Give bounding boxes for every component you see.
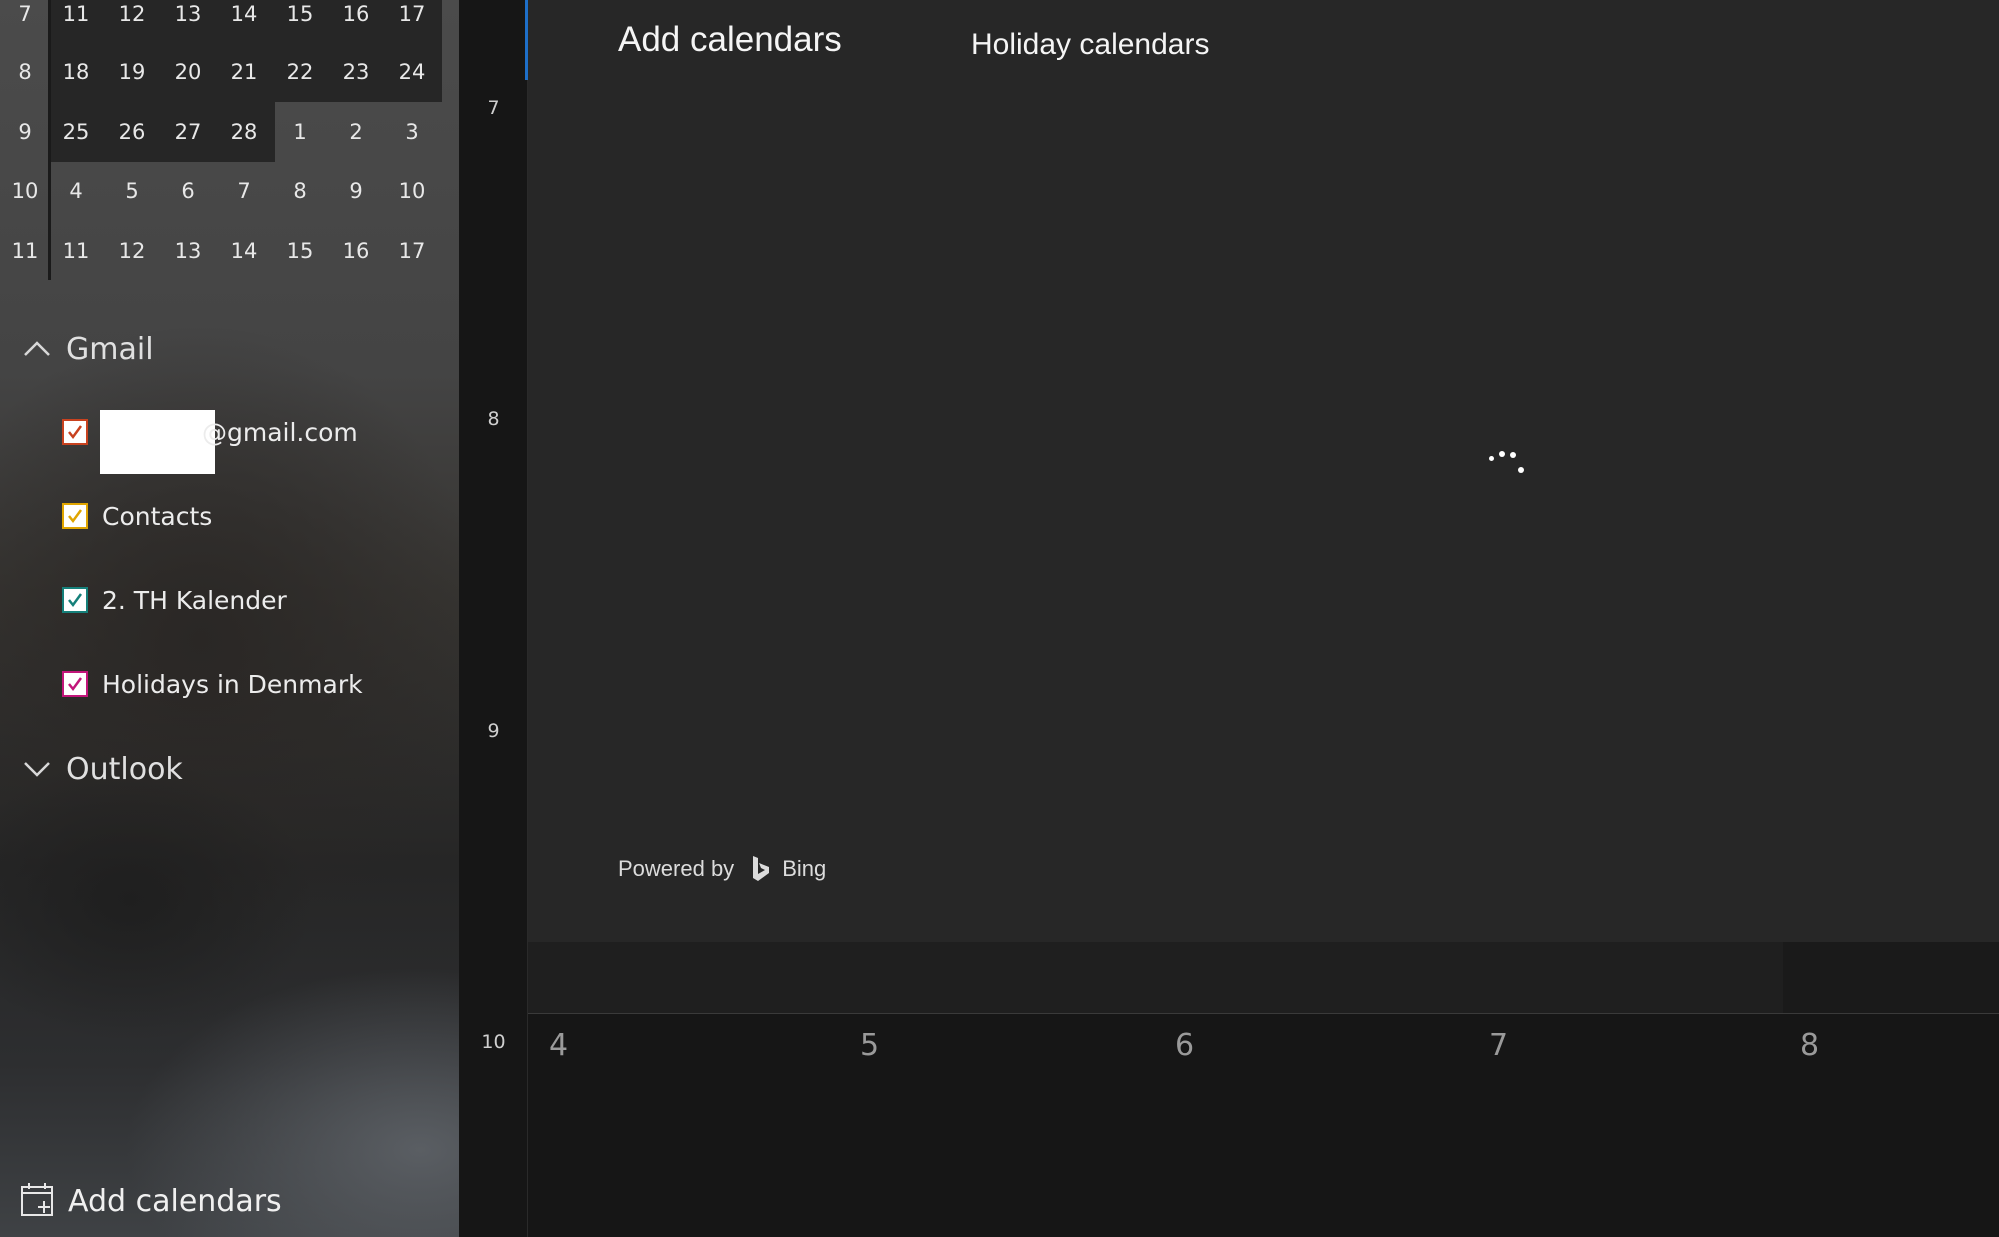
hour-label: 7 [487, 97, 500, 119]
mini-calendar-day[interactable]: 24 [384, 43, 440, 102]
all-day-strip[interactable] [528, 942, 1999, 1014]
checkbox-icon[interactable] [62, 587, 88, 613]
hour-label: 10 [481, 1031, 506, 1053]
mini-calendar-day[interactable]: 9 [328, 162, 384, 221]
calendar-item-contacts[interactable]: Contacts [62, 498, 212, 534]
mini-calendar-day[interactable]: 20 [160, 43, 216, 102]
mini-calendar-day[interactable]: 11 [48, 0, 104, 44]
left-pane: 7 11 12 13 14 15 16 17 8 18 19 20 21 22 … [0, 0, 459, 1237]
mini-calendar-day[interactable]: 4 [48, 162, 104, 221]
add-calendars-panel [528, 0, 1999, 942]
mini-calendar-day[interactable]: 18 [48, 43, 104, 102]
date-header[interactable]: 5 [860, 1028, 879, 1063]
mini-calendar-day[interactable]: 6 [160, 162, 216, 221]
holiday-calendars-heading[interactable]: Holiday calendars [971, 28, 1209, 62]
mini-calendar-day[interactable]: 25 [48, 103, 104, 162]
calendar-item-holidays-denmark[interactable]: Holidays in Denmark [62, 666, 363, 702]
mini-calendar-day[interactable]: 15 [272, 222, 328, 281]
outlook-group-header[interactable]: Outlook [22, 749, 183, 789]
checkbox-icon[interactable] [62, 671, 88, 697]
mini-calendar-week-row: 7 11 12 13 14 15 16 17 [0, 0, 442, 44]
mini-calendar-week-row: 8 18 19 20 21 22 23 24 [0, 43, 442, 102]
add-calendar-icon [20, 1181, 56, 1221]
mini-calendar-day[interactable]: 28 [216, 103, 272, 162]
calendar-item-gmail-account[interactable]: @gmail.com [62, 414, 358, 450]
mini-calendar-day[interactable]: 13 [160, 222, 216, 281]
add-calendars-button[interactable]: Add calendars [20, 1180, 282, 1222]
mini-calendar-day[interactable]: 23 [328, 43, 384, 102]
loading-spinner-icon [1482, 446, 1532, 476]
mini-calendar-day[interactable]: 19 [104, 43, 160, 102]
chevron-down-icon [22, 759, 52, 779]
week-number: 11 [11, 239, 39, 263]
chevron-up-icon [22, 339, 52, 359]
week-number: 10 [11, 179, 39, 203]
mini-calendar-day[interactable]: 12 [104, 0, 160, 44]
mini-calendar-day[interactable]: 12 [104, 222, 160, 281]
calendar-item-label: 2. TH Kalender [102, 585, 287, 615]
week-number: 9 [18, 120, 32, 144]
mini-calendar-day[interactable]: 8 [272, 162, 328, 221]
mini-calendar-week-row: 9 25 26 27 28 1 2 3 [0, 103, 442, 162]
hour-label: 8 [487, 408, 500, 430]
mini-calendar-day[interactable]: 21 [216, 43, 272, 102]
date-header[interactable]: 6 [1175, 1028, 1194, 1063]
calendar-item-th-kalender[interactable]: 2. TH Kalender [62, 582, 287, 618]
powered-by-bing: Powered by Bing [618, 854, 826, 884]
hour-label: 9 [487, 720, 500, 742]
mini-calendar-day[interactable]: 14 [216, 0, 272, 44]
calendar-item-label: Contacts [102, 501, 213, 531]
mini-calendar-day[interactable]: 17 [384, 222, 440, 281]
date-header[interactable]: 8 [1800, 1028, 1819, 1063]
time-gutter: 7 8 9 10 [459, 0, 528, 1237]
mini-calendar-day[interactable]: 14 [216, 222, 272, 281]
mini-calendar-day[interactable]: 10 [384, 162, 440, 221]
mini-calendar-day[interactable]: 13 [160, 0, 216, 44]
panel-title: Add calendars [618, 20, 842, 59]
panel-accent-bar [525, 0, 528, 80]
mini-calendar-day[interactable]: 17 [384, 0, 440, 44]
mini-calendar-day[interactable]: 7 [216, 162, 272, 221]
checkbox-icon[interactable] [62, 503, 88, 529]
calendar-item-label: @gmail.com [202, 417, 358, 447]
mini-calendar-week-row: 11 11 12 13 14 15 16 17 [0, 222, 442, 281]
week-number: 7 [18, 2, 32, 26]
mini-calendar-day[interactable]: 22 [272, 43, 328, 102]
mini-calendar-day[interactable]: 15 [272, 0, 328, 44]
mini-calendar-day[interactable]: 1 [272, 103, 328, 162]
powered-by-label: Powered by [618, 856, 735, 881]
mini-calendar-day[interactable]: 16 [328, 0, 384, 44]
mini-calendar-day[interactable]: 26 [104, 103, 160, 162]
date-header[interactable]: 7 [1489, 1028, 1508, 1063]
add-calendars-label: Add calendars [68, 1183, 282, 1219]
gmail-group-label: Gmail [66, 331, 154, 367]
mini-calendar-day[interactable]: 2 [328, 103, 384, 162]
week-number: 8 [18, 60, 32, 84]
checkbox-icon[interactable] [62, 419, 88, 445]
bing-logo-icon [750, 854, 772, 884]
outlook-group-label: Outlook [66, 751, 183, 787]
mini-calendar-week-row: 10 4 5 6 7 8 9 10 [0, 162, 442, 221]
date-header[interactable]: 4 [549, 1028, 568, 1063]
all-day-strip-weekend[interactable] [1783, 942, 1999, 1014]
mini-calendar-day[interactable]: 5 [104, 162, 160, 221]
gmail-group-header[interactable]: Gmail [22, 329, 154, 369]
mini-calendar-day[interactable]: 3 [384, 103, 440, 162]
mini-calendar-day[interactable]: 16 [328, 222, 384, 281]
mini-calendar-day[interactable]: 27 [160, 103, 216, 162]
bing-label: Bing [782, 856, 827, 881]
calendar-item-label: Holidays in Denmark [102, 669, 363, 699]
mini-calendar-day[interactable]: 11 [48, 222, 104, 281]
